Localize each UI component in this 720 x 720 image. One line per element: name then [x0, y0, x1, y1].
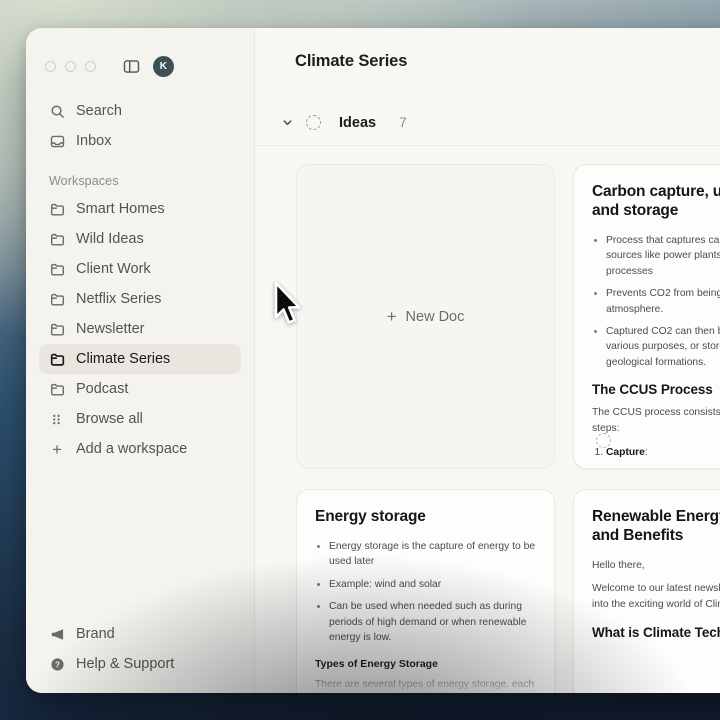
sidebar-item-label: Podcast [76, 381, 129, 397]
sidebar-item-client-work[interactable]: Client Work [39, 254, 241, 284]
main-pane: Climate Series Ideas 7 + New Doc Carbon … [255, 28, 720, 693]
doc-card-energy-storage[interactable]: Energy storage Energy storage is the cap… [296, 489, 555, 693]
doc-ordered-list: Capture: Capture CO2 directly from the a… [592, 445, 720, 468]
sidebar-section-label: Workspaces [49, 174, 119, 188]
folder-icon [49, 231, 65, 247]
sidebar-item-label: Browse all [76, 411, 143, 427]
sidebar-footer: Brand ? Help & Support [26, 619, 254, 679]
megaphone-icon [49, 626, 65, 642]
new-doc-label: New Doc [405, 308, 465, 325]
sidebar-item-label: Brand [76, 626, 115, 642]
doc-bullet: Example: wind and solar [329, 577, 536, 592]
sidebar-item-inbox[interactable]: Inbox [39, 126, 241, 156]
new-doc-label-wrap: + New Doc [387, 308, 465, 325]
sidebar-item-smart-homes[interactable]: Smart Homes [39, 194, 241, 224]
plus-icon: + [386, 307, 397, 326]
doc-heading: What is Climate Tech? [592, 624, 720, 640]
desktop-background: K Search Inbox Workspaces Smart Homes Wi… [0, 0, 720, 720]
sidebar-item-label: Netflix Series [76, 291, 162, 307]
plus-icon: + [52, 439, 62, 459]
doc-card-body: Carbon capture, utilization, and storage… [574, 165, 720, 468]
doc-nested-list: Capture CO2 directly from the air Transp… [606, 466, 720, 468]
sidebar-item-label: Add a workspace [76, 441, 188, 457]
group-count: 7 [399, 115, 407, 130]
new-doc-card[interactable]: + New Doc [296, 164, 555, 469]
folder-icon [49, 291, 65, 307]
panel-left-icon[interactable] [123, 58, 140, 75]
doc-title: Carbon capture, utilization, and storage [592, 183, 720, 219]
app-window: K Search Inbox Workspaces Smart Homes Wi… [26, 28, 720, 693]
doc-bullet: Captured CO2 can then be utilized for va… [606, 324, 720, 370]
doc-greeting: Hello there, [592, 559, 645, 571]
loading-spinner-icon [596, 433, 611, 448]
folder-icon [49, 321, 65, 337]
grid-dots-icon [49, 411, 65, 427]
card-canvas: + New Doc Carbon capture, utilization, a… [255, 146, 720, 693]
sidebar-item-netflix-series[interactable]: Netflix Series [39, 284, 241, 314]
doc-bullet-list: Energy storage is the capture of energy … [315, 539, 536, 646]
doc-ordered-item: Capture: Capture CO2 directly from the a… [606, 445, 720, 468]
sidebar-item-wild-ideas[interactable]: Wild Ideas [39, 224, 241, 254]
sidebar-item-brand[interactable]: Brand [39, 619, 241, 649]
doc-title: Energy storage [315, 508, 426, 525]
doc-bullet: Process that captures carbon dioxide fro… [606, 233, 720, 279]
sidebar-item-label: Search [76, 103, 122, 119]
sidebar-item-label: Wild Ideas [76, 231, 144, 247]
doc-ordered-term: Capture [606, 446, 645, 458]
minimize-window-button[interactable] [65, 60, 76, 72]
doc-paragraph: The CCUS process consists of three main … [592, 407, 720, 434]
inbox-icon [49, 133, 65, 149]
sidebar-item-label: Climate Series [76, 351, 171, 367]
avatar[interactable]: K [153, 55, 174, 77]
sidebar-item-label: Smart Homes [76, 201, 165, 217]
doc-paragraph: Welcome to our latest newsletter, where … [592, 583, 720, 611]
doc-bullet: Energy storage is the capture of energy … [329, 539, 536, 570]
folder-icon [49, 261, 65, 277]
main-header: Climate Series [255, 28, 720, 100]
doc-bullet: Can be used when needed such as during p… [329, 599, 536, 645]
card-grid: + New Doc Carbon capture, utilization, a… [296, 164, 720, 693]
sidebar: K Search Inbox Workspaces Smart Homes Wi… [26, 28, 255, 693]
question-circle-icon: ? [49, 656, 65, 672]
sidebar-item-climate-series[interactable]: Climate Series [39, 344, 241, 374]
folder-icon [49, 381, 65, 397]
search-icon [49, 103, 65, 119]
svg-text:?: ? [55, 660, 60, 669]
folder-icon [49, 201, 65, 217]
group-header-ideas[interactable]: Ideas 7 [255, 100, 720, 146]
card-fade-overlay [574, 669, 720, 693]
doc-bullet-list: Process that captures carbon dioxide fro… [592, 233, 720, 371]
doc-nested-item: Capture CO2 directly from the air [608, 466, 720, 468]
doc-card-body: Energy storage Energy storage is the cap… [297, 490, 554, 693]
doc-card-carbon-capture[interactable]: Carbon capture, utilization, and storage… [573, 164, 720, 469]
page-title: Climate Series [295, 52, 408, 70]
sidebar-item-newsletter[interactable]: Newsletter [39, 314, 241, 344]
window-titlebar: K [26, 28, 254, 82]
sidebar-nav: Search Inbox Workspaces Smart Homes Wild… [26, 82, 254, 464]
sidebar-item-label: Newsletter [76, 321, 145, 337]
doc-card-body: Renewable Energy Sources and Benefits He… [574, 490, 720, 640]
sidebar-item-label: Help & Support [76, 656, 175, 672]
doc-heading: The CCUS Process [592, 382, 713, 398]
sidebar-item-label: Inbox [76, 133, 112, 149]
sidebar-item-browse-all[interactable]: Browse all [39, 404, 241, 434]
maximize-window-button[interactable] [85, 60, 96, 72]
group-name: Ideas [339, 114, 377, 131]
doc-paragraph: There are several types of energy storag… [315, 678, 535, 690]
sidebar-item-help-support[interactable]: ? Help & Support [39, 649, 241, 679]
doc-title: Renewable Energy Sources and Benefits [592, 508, 720, 544]
doc-bullet: Prevents CO2 from being released into th… [606, 286, 720, 317]
sidebar-item-label: Client Work [76, 261, 151, 277]
dashed-circle-icon [306, 115, 321, 130]
folder-icon [49, 351, 65, 367]
sidebar-item-add-workspace[interactable]: + Add a workspace [39, 434, 241, 464]
sidebar-item-podcast[interactable]: Podcast [39, 374, 241, 404]
doc-heading: Types of Energy Storage [315, 657, 438, 670]
close-window-button[interactable] [45, 60, 56, 72]
doc-card-renewable-energy[interactable]: Renewable Energy Sources and Benefits He… [573, 489, 720, 693]
chevron-down-icon[interactable] [276, 112, 298, 134]
sidebar-item-search[interactable]: Search [39, 96, 241, 126]
